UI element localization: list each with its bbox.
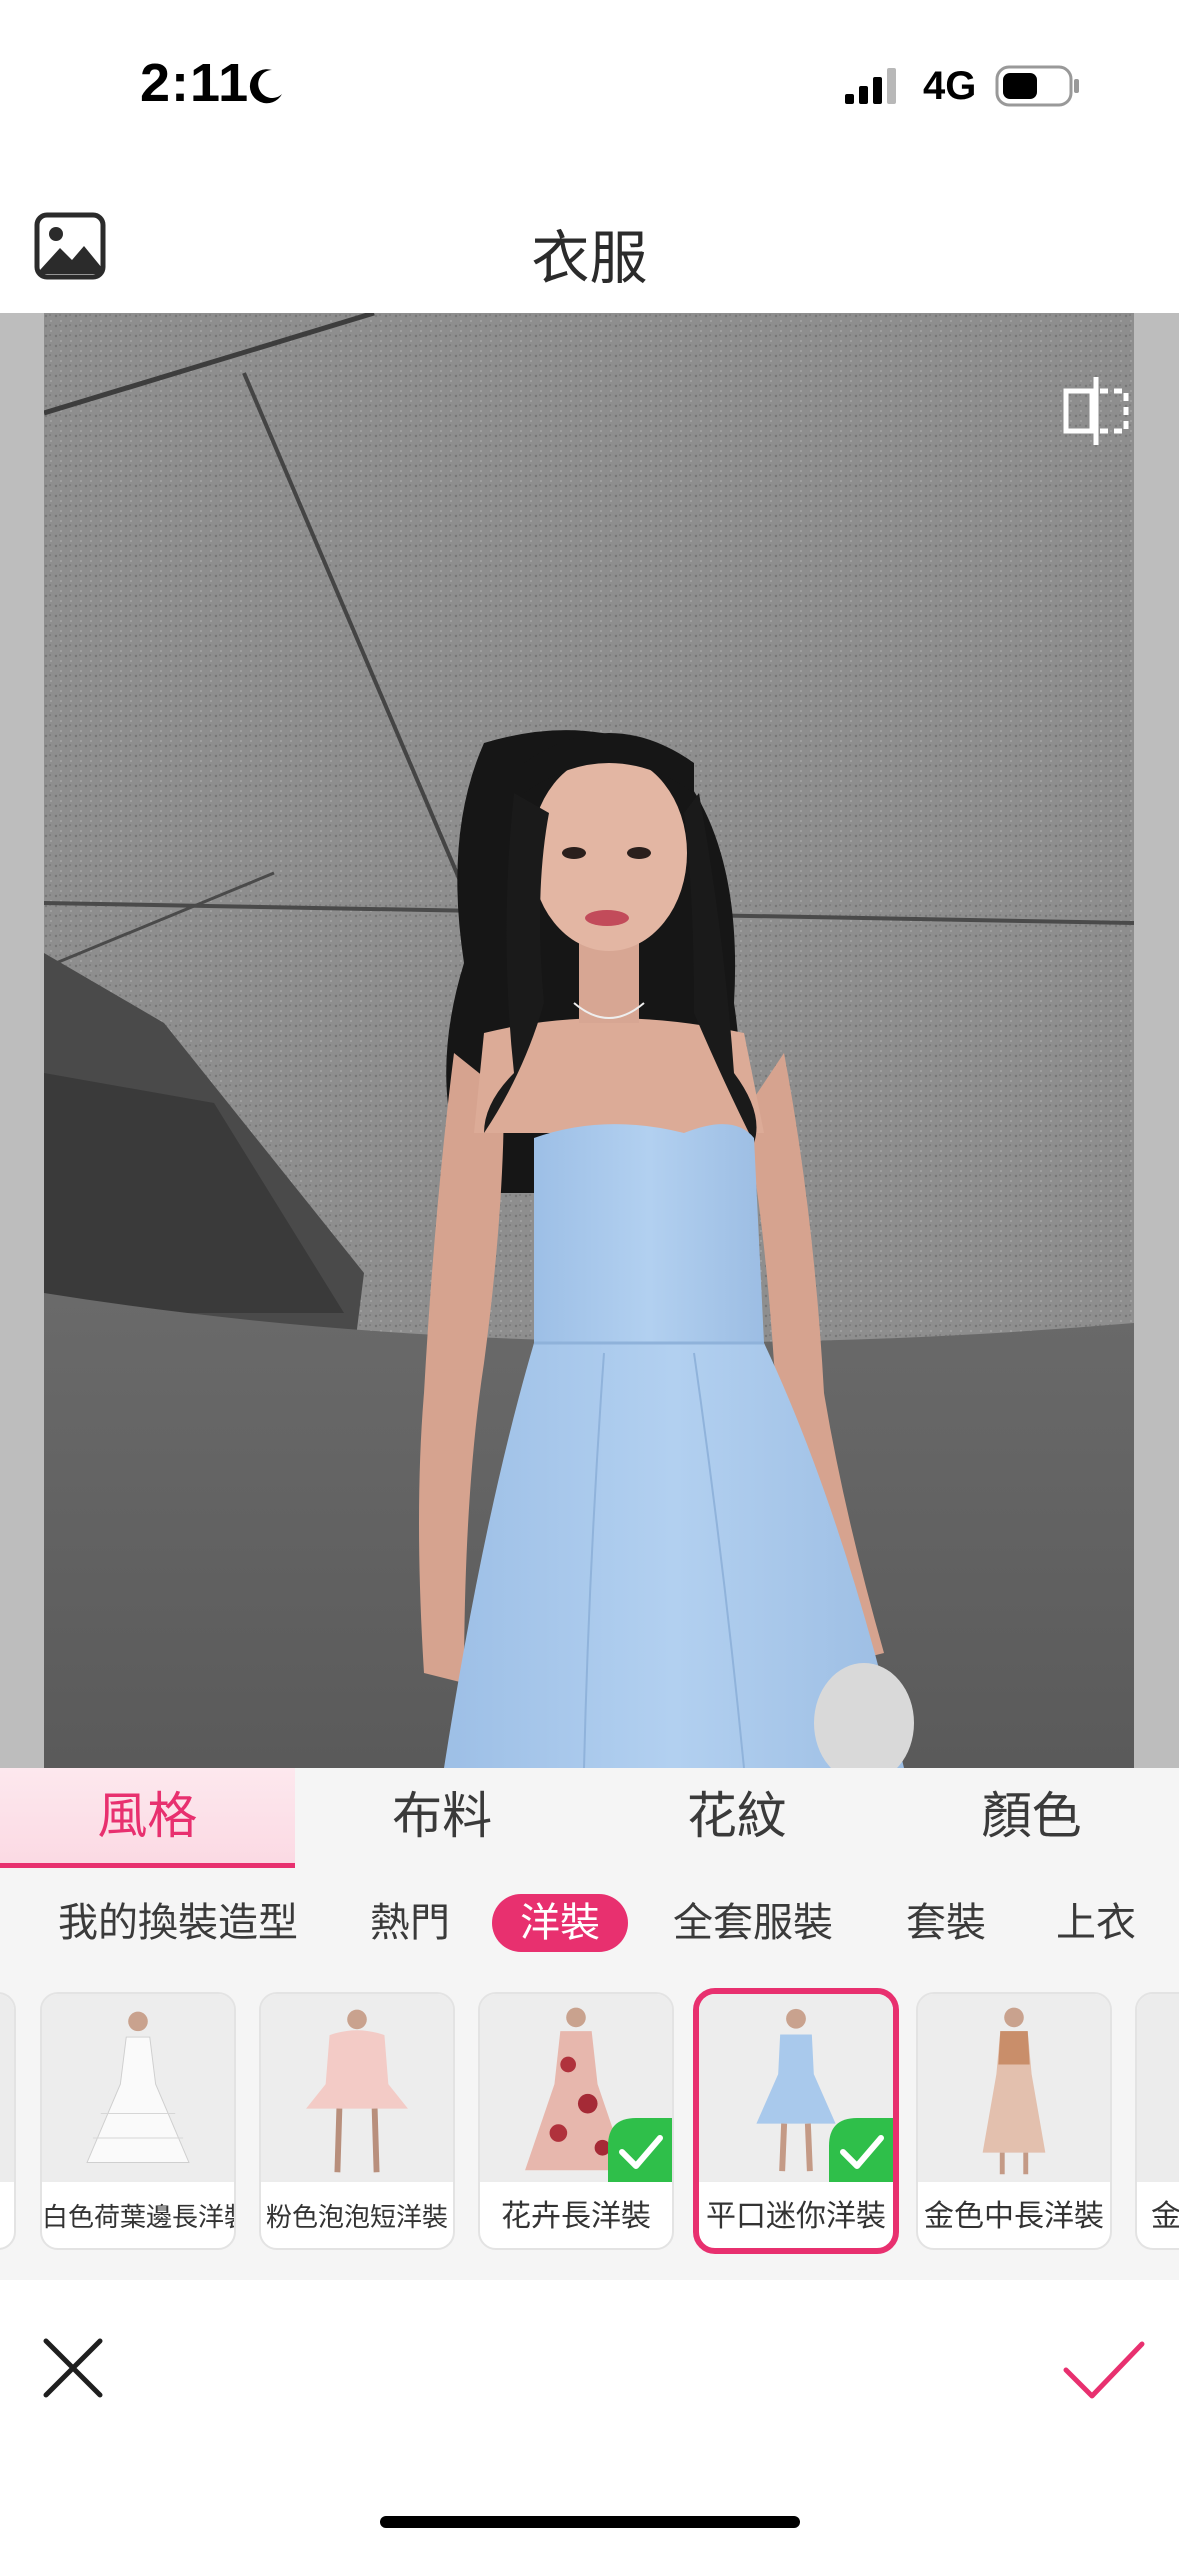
network-label: 4G (923, 64, 977, 108)
subcat-dresses[interactable]: 洋裝 (492, 1894, 628, 1952)
outfit-item-partial[interactable]: 金 (1135, 1992, 1179, 2250)
outfit-label: 金色中長洋裝 (924, 2200, 1104, 2233)
outfit-item[interactable]: 粉色泡泡短洋裝 (259, 1992, 455, 2250)
outfit-list: 白色荷葉邊長洋裝 粉色泡泡短洋裝 花卉長洋裝 平口迷你洋裝 金色中長洋裝 金 (0, 1980, 1179, 2280)
status-bar: 2:11 4G (0, 0, 1179, 175)
outfit-item-partial[interactable] (0, 1992, 16, 2250)
outfit-photo (44, 313, 1134, 1768)
battery-icon (995, 65, 1079, 107)
category-tabs: 風格 布料 花紋 顏色 (0, 1768, 1179, 1868)
header: 衣服 (0, 175, 1179, 313)
outfit-label: 金 (1151, 2200, 1179, 2233)
subcat-popular[interactable]: 熱門 (370, 1894, 450, 1952)
confirm-button[interactable] (1062, 2340, 1146, 2402)
photo-preview[interactable] (0, 313, 1179, 1768)
outfit-thumbnail (918, 1994, 1110, 2182)
page-title: 衣服 (531, 226, 648, 291)
tab-pattern[interactable]: 花紋 (590, 1768, 885, 1868)
subcat-my-outfits[interactable]: 我的換裝造型 (58, 1894, 298, 1952)
compare-icon[interactable] (1058, 373, 1134, 449)
outfit-label: 花卉長洋裝 (501, 2200, 651, 2233)
outfit-item[interactable]: 白色荷葉邊長洋裝 (40, 1992, 236, 2250)
status-time: 2:11 (140, 53, 250, 113)
home-indicator (380, 2516, 800, 2528)
tab-fabric[interactable]: 布料 (295, 1768, 590, 1868)
subcategory-bar: 我的換裝造型 熱門 洋裝 全套服裝 套裝 上衣 (0, 1868, 1179, 1980)
outfit-item[interactable]: 花卉長洋裝 (478, 1992, 674, 2250)
tab-color[interactable]: 顏色 (884, 1768, 1179, 1868)
check-icon (829, 2118, 893, 2182)
subcat-sets[interactable]: 套裝 (906, 1894, 986, 1952)
outfit-item-selected[interactable]: 平口迷你洋裝 (693, 1988, 899, 2254)
outfit-thumbnail (42, 1994, 234, 2182)
outfit-thumbnail (0, 1994, 14, 2182)
outfit-label: 平口迷你洋裝 (706, 2200, 886, 2233)
outfit-label: 白色荷葉邊長洋裝 (42, 2202, 234, 2232)
moon-icon (249, 69, 282, 104)
bottom-bar (0, 2280, 1179, 2556)
tab-style[interactable]: 風格 (0, 1768, 295, 1868)
subcat-full-outfits[interactable]: 全套服裝 (673, 1894, 833, 1952)
signal-icon (845, 68, 896, 104)
outfit-label: 粉色泡泡短洋裝 (265, 2202, 448, 2232)
outfit-thumbnail (1137, 1994, 1179, 2182)
subcat-tops[interactable]: 上衣 (1056, 1894, 1136, 1952)
close-button[interactable] (40, 2335, 106, 2401)
check-icon (608, 2118, 672, 2182)
outfit-item[interactable]: 金色中長洋裝 (916, 1992, 1112, 2250)
outfit-thumbnail (261, 1994, 453, 2182)
